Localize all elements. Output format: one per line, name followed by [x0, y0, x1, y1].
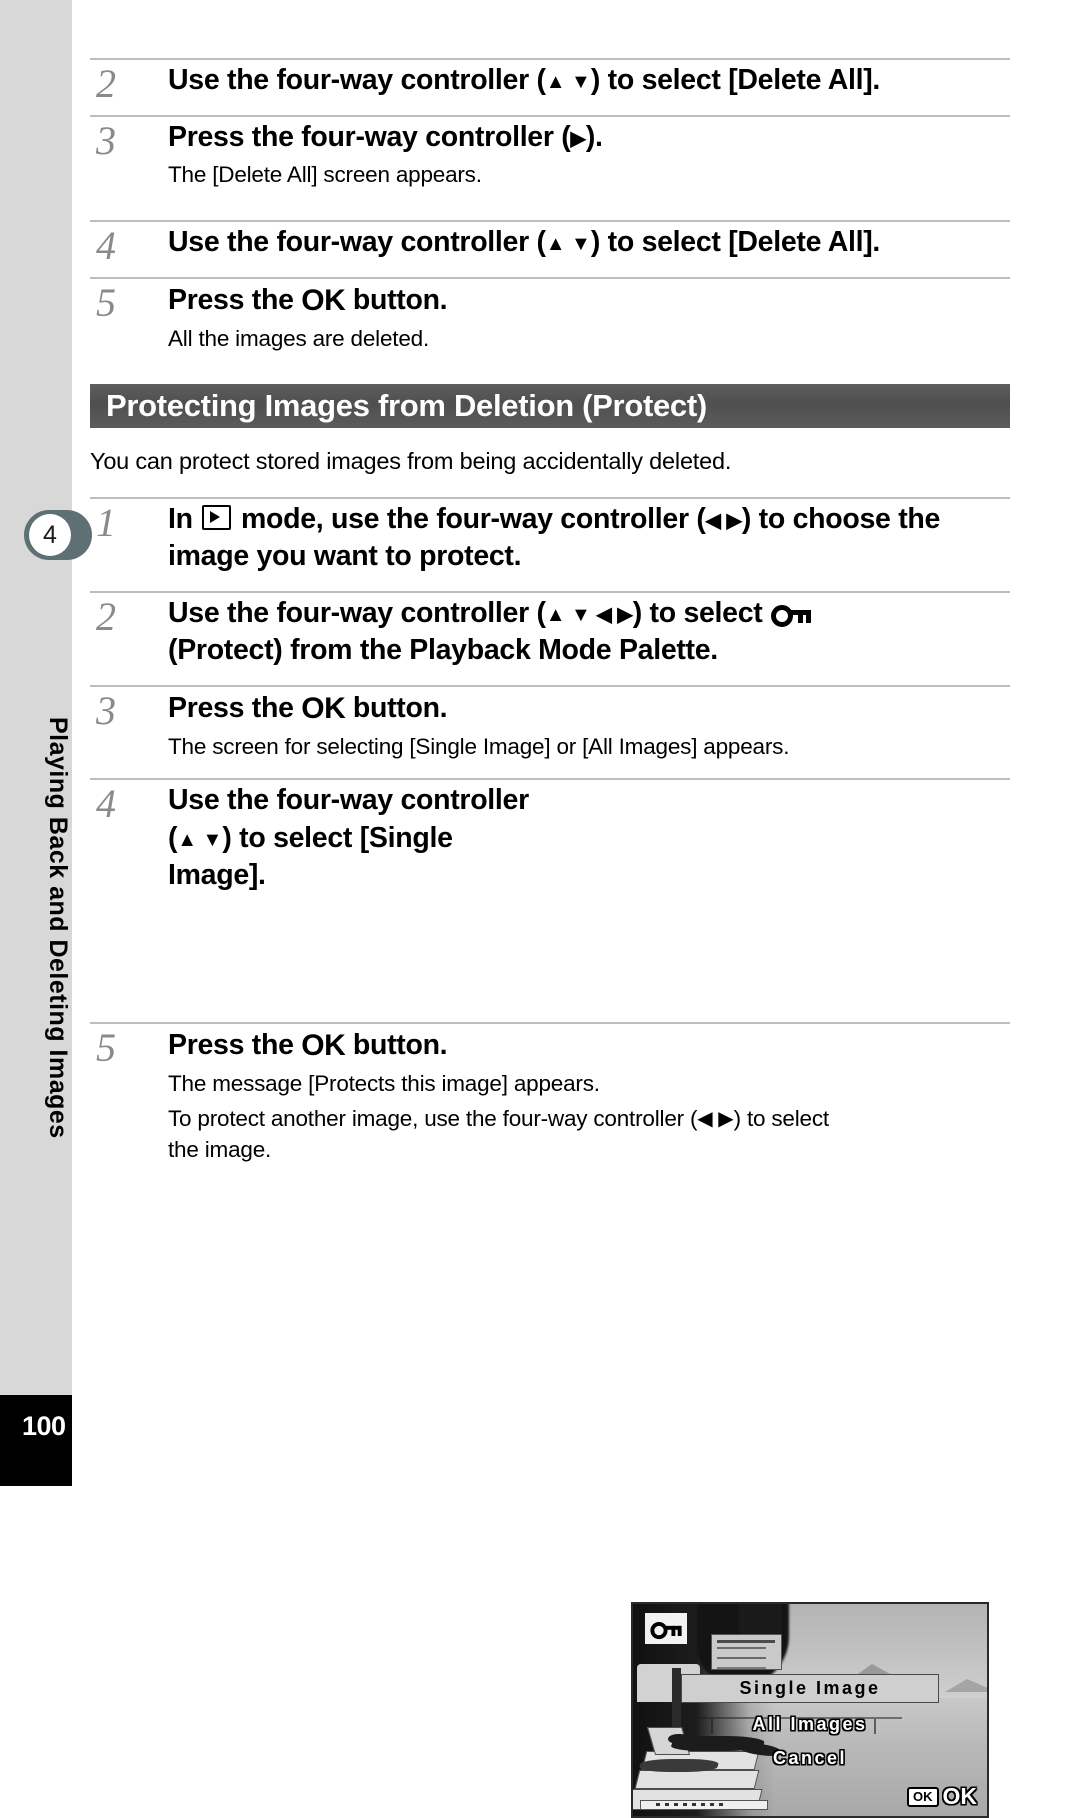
step-title-text-2: mode, use the four-way controller (	[233, 503, 706, 536]
section-heading: Protecting Images from Deletion (Protect…	[106, 388, 707, 424]
step-number: 3	[96, 118, 116, 164]
step-title-text-2: ).	[585, 121, 603, 154]
chapter-sidebar: 4 Playing Back and Deleting Images	[0, 0, 92, 1395]
step-title: In mode, use the four-way controller (◀ …	[168, 499, 1010, 575]
step-protect-2: 2 Use the four-way controller (▲ ▼ ◀ ▶) …	[90, 591, 1010, 669]
step-title-text: Use the four-way controller (	[168, 226, 546, 259]
step-title: Press the four-way controller (▶).	[168, 117, 1010, 156]
step-title: Use the four-way controller (▲ ▼ ◀ ▶) to…	[168, 593, 1010, 669]
step-title-text: Use the four-way controller	[168, 784, 529, 817]
four-way-controller-icon: ▶	[570, 128, 586, 151]
step-protect-4: 4 Use the four-way controller (▲ ▼) to se…	[90, 778, 1010, 1818]
step-number: 1	[96, 500, 116, 546]
four-way-controller-icon: ▲ ▼	[545, 233, 591, 256]
desc-text: To protect another image, use the four-w…	[168, 1105, 698, 1131]
step-title-text-3: (Protect) from the Playback Mode Palette…	[168, 634, 718, 667]
lcd-ok-indicator: OK OK	[907, 1785, 977, 1808]
step-protect-5: 5 Press the OK button. The message [Prot…	[90, 1022, 1010, 1164]
step-title-text: Press the four-way controller (	[168, 121, 571, 154]
step-delete-4: 4 Use the four-way controller (▲ ▼) to s…	[90, 220, 1010, 266]
step-description: The screen for selecting [Single Image] …	[168, 734, 790, 760]
lcd-ok-label: OK	[942, 1783, 978, 1810]
chapter-badge: 4	[24, 510, 92, 560]
step-title-text: Press the	[168, 284, 302, 317]
four-way-controller-icon: ▲ ▼ ◀ ▶	[545, 604, 633, 627]
lcd-menu-item-single-image[interactable]: Single Image	[681, 1674, 939, 1704]
lcd-menu: Single Image All Images Cancel	[633, 1674, 987, 1780]
four-way-controller-icon: ▲ ▼	[545, 71, 591, 93]
ok-button-icon: OK	[301, 284, 346, 318]
chapter-badge-number: 4	[29, 514, 71, 556]
step-title-text: Press the	[168, 1029, 302, 1062]
key-protect-icon	[771, 603, 812, 628]
ok-button-icon: OK	[301, 1029, 346, 1063]
lcd-chair-label	[640, 1799, 768, 1811]
lcd-protect-key-icon	[645, 1613, 687, 1645]
lcd-ok-button-box: OK	[907, 1786, 939, 1807]
lcd-menu-item-all-images[interactable]: All Images	[633, 1712, 987, 1737]
lcd-screen: Single Image All Images Cancel OK OK	[631, 1602, 989, 1818]
step-title-text-2: button.	[345, 284, 448, 317]
step-protect-3: 3 Press the OK button. The screen for se…	[90, 685, 1010, 762]
step-delete-5: 5 Press the OK button. All the images ar…	[90, 277, 1010, 354]
four-way-controller-icon: ◀ ▶	[705, 510, 742, 533]
step-title: Press the OK button.	[168, 279, 1010, 320]
step-description-3: the image.	[168, 1136, 272, 1162]
step-description: All the images are deleted.	[168, 326, 430, 352]
step-title-text-2: ) to select [Delete All].	[590, 64, 881, 96]
step-number: 5	[96, 1025, 116, 1071]
step-title-text-2: button.	[345, 1029, 448, 1062]
step-number: 2	[96, 594, 116, 640]
step-title: Press the OK button.	[168, 687, 1010, 728]
playback-mode-icon	[202, 505, 232, 531]
section-intro: You can protect stored images from being…	[90, 448, 732, 475]
page-number-block: 100	[0, 1395, 72, 1486]
step-number: 4	[96, 223, 116, 269]
step-number: 4	[96, 781, 116, 827]
step-description-1: The message [Protects this image] appear…	[168, 1071, 600, 1097]
page-content: 2 Use the four-way controller (▲ ▼) to s…	[90, 0, 1010, 1818]
step-title-text-4: Image].	[168, 858, 266, 891]
section-header-bar: Protecting Images from Deletion (Protect…	[90, 384, 1010, 429]
step-protect-1: 1 In mode, use the four-way controller (…	[90, 497, 1010, 575]
step-number: 5	[96, 280, 116, 326]
chapter-title-vertical: Playing Back and Deleting Images	[44, 717, 72, 1139]
step-title: Use the four-way controller (▲ ▼) to sel…	[168, 60, 1010, 99]
step-title-text: Press the	[168, 692, 302, 725]
step-description: The [Delete All] screen appears.	[168, 162, 482, 188]
lcd-screenshot-figure: Single Image All Images Cancel OK OK	[631, 1602, 989, 1818]
step-number: 2	[96, 61, 116, 106]
step-title-text: Use the four-way controller (	[168, 597, 546, 630]
step-title: Use the four-way controller (▲ ▼) to sele…	[168, 780, 638, 893]
step-title-text-2: ) to select	[632, 597, 771, 630]
step-delete-2: 2 Use the four-way controller (▲ ▼) to s…	[90, 58, 1010, 104]
lcd-menu-item-cancel[interactable]: Cancel	[633, 1746, 987, 1771]
step-title-text-2: ) to select [Delete All].	[590, 226, 881, 259]
four-way-controller-icon: ◀ ▶	[697, 1107, 734, 1130]
step-delete-3: 3 Press the four-way controller (▶). The…	[90, 115, 1010, 190]
step-title-text: Use the four-way controller (	[168, 64, 546, 96]
step-title-text: In	[168, 503, 201, 536]
step-title-text-2: (	[168, 821, 178, 854]
step-title: Use the four-way controller (▲ ▼) to sel…	[168, 222, 1010, 261]
step-title: Press the OK button.	[168, 1024, 1010, 1065]
key-protect-icon	[650, 1620, 682, 1640]
four-way-controller-icon: ▲ ▼	[177, 828, 223, 851]
step-title-text-2: button.	[345, 692, 448, 725]
page-number: 100	[22, 1411, 66, 1441]
step-title-text-3: ) to select [Single	[222, 821, 453, 854]
lcd-sign-board	[710, 1634, 782, 1671]
ok-button-icon: OK	[301, 692, 346, 726]
step-number: 3	[96, 688, 116, 734]
desc-text-2: ) to select	[733, 1105, 830, 1131]
step-description-2: To protect another image, use the four-w…	[168, 1103, 1010, 1134]
